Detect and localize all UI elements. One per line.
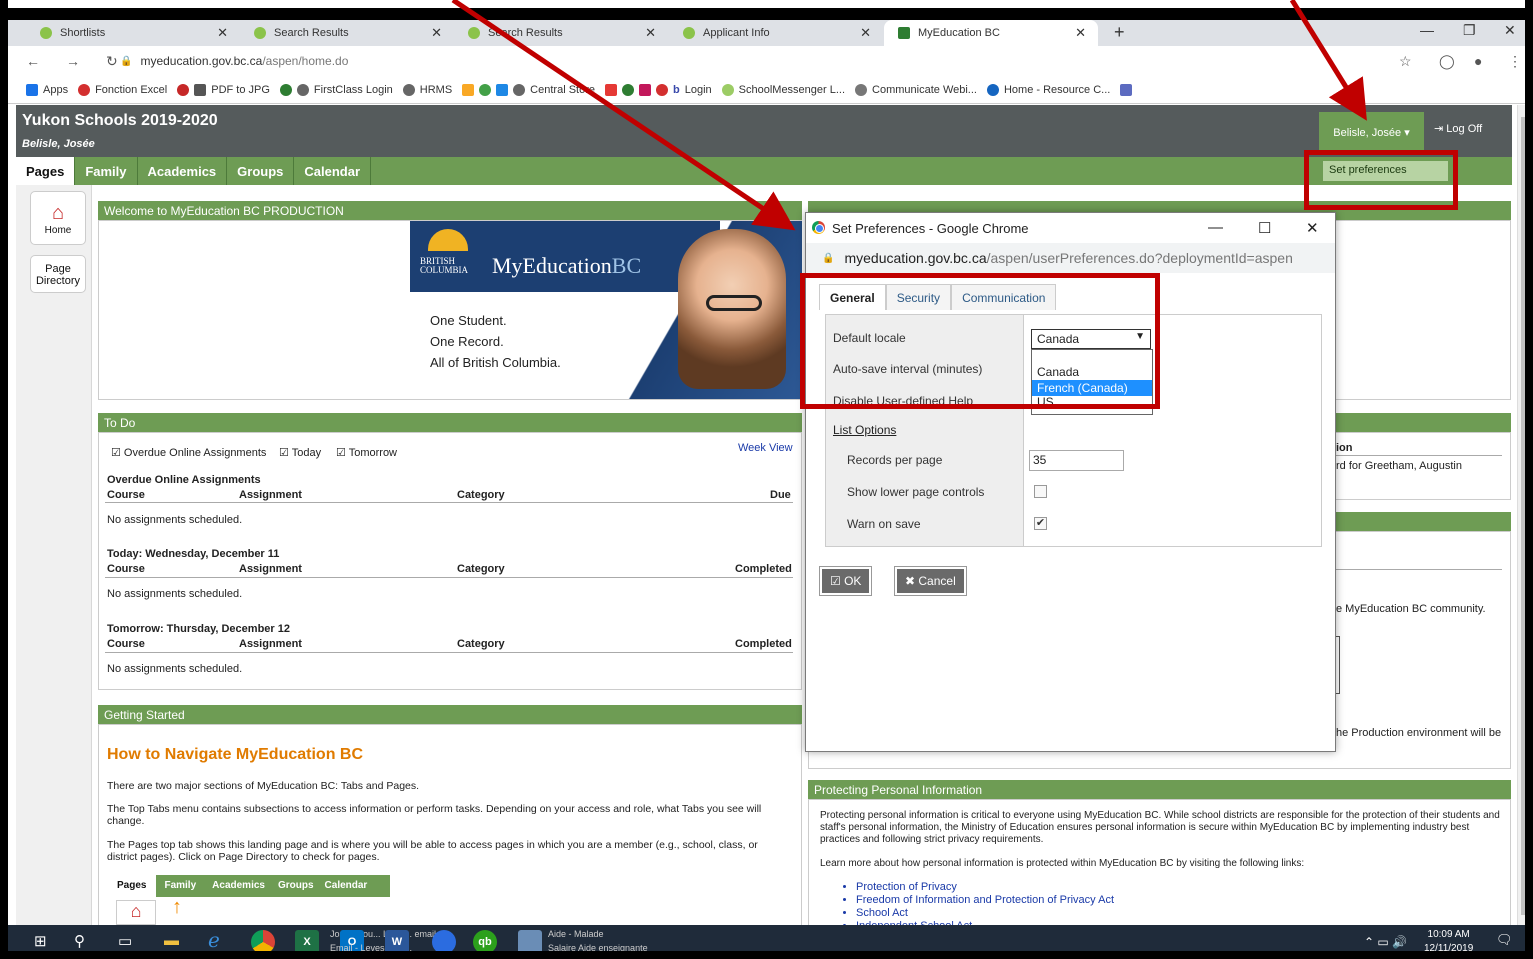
notifications-icon[interactable]: 🗨 <box>1496 932 1513 948</box>
word-icon[interactable]: W <box>385 930 409 951</box>
windows-start-icon[interactable]: ⊞ <box>34 932 47 950</box>
annotation-arrow <box>451 0 796 231</box>
task-view-icon[interactable]: ▭ <box>118 932 132 950</box>
chrome-icon[interactable] <box>251 930 275 951</box>
document-icon[interactable] <box>518 930 542 951</box>
windows-taskbar: ⊞ ⚲ ▭ ▬ ℯ X Josée Dou... Louis... email … <box>8 925 1525 954</box>
taskbar-preview-text: Salaire Aide enseignante <box>548 943 648 953</box>
taskbar-clock[interactable]: 10:09 AM 12/11/2019 <box>1424 928 1474 954</box>
annotation-arrows <box>451 0 1367 231</box>
clock-time: 10:09 AM <box>1427 929 1470 940</box>
annotation-arrow <box>1289 0 1367 121</box>
taskbar-preview-text: Aide - Malade <box>548 929 604 939</box>
clock-date: 12/11/2019 <box>1424 943 1474 954</box>
file-explorer-icon[interactable]: ▬ <box>164 932 179 949</box>
tray-icons[interactable]: ⌃ ▭ 🔊 <box>1364 935 1407 949</box>
screenshot-frame: Shortlists ✕ Search Results ✕ Search Resul… <box>0 0 1533 959</box>
edge-icon[interactable]: ℯ <box>208 928 220 951</box>
edge-profile-icon[interactable] <box>432 930 456 951</box>
search-icon[interactable]: ⚲ <box>74 932 85 950</box>
excel-icon[interactable]: X <box>295 930 319 951</box>
quickbooks-icon[interactable]: qb <box>473 930 497 951</box>
